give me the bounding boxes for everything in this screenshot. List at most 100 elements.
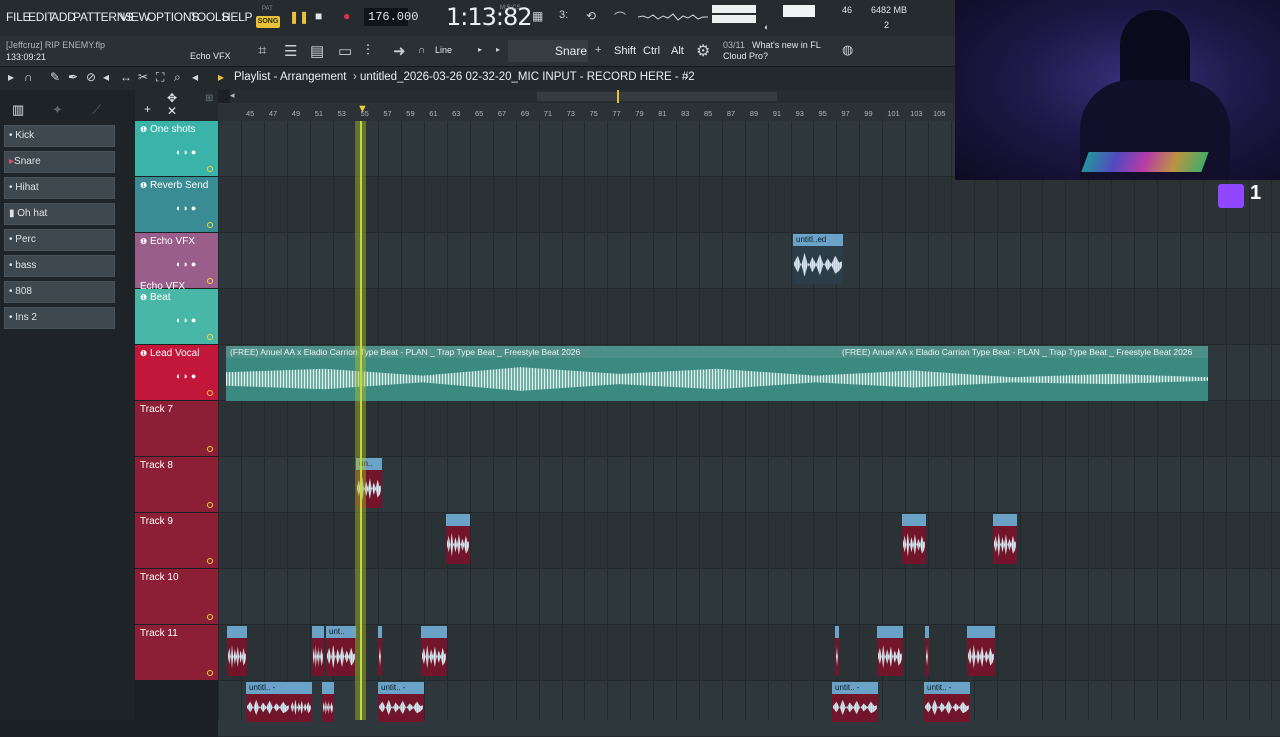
news-icon[interactable]: ⚙ xyxy=(696,41,710,61)
piano-roll-icon[interactable]: ▤ xyxy=(310,42,324,60)
track-header[interactable]: ❶ Beat ◖ ◗ ● xyxy=(135,289,218,345)
stop-icon[interactable]: ■ xyxy=(315,9,322,23)
menu-view[interactable]: VIEW xyxy=(120,10,150,24)
track-select-indicator[interactable] xyxy=(207,334,213,340)
magnet-icon[interactable]: ∩ xyxy=(24,70,33,84)
track-select-indicator[interactable] xyxy=(207,502,213,508)
slip-tool-icon[interactable]: ↔ xyxy=(120,70,132,84)
mixer-icon[interactable]: ⫶ xyxy=(366,42,370,59)
overview-scrollbar[interactable]: ◂ xyxy=(230,90,955,103)
browser-item-bass[interactable]: • bass xyxy=(4,255,115,277)
audio-clip[interactable] xyxy=(227,626,247,676)
record-icon[interactable]: ● xyxy=(343,9,350,23)
browser-item-perc[interactable]: • Perc xyxy=(4,229,115,251)
audio-clip[interactable] xyxy=(446,514,470,564)
track-select-indicator[interactable] xyxy=(207,166,213,172)
add-track-icon[interactable]: + xyxy=(144,102,151,116)
browser-item-hihat[interactable]: • Hihat xyxy=(4,177,115,199)
track-header[interactable]: Track 8 xyxy=(135,457,218,513)
track-mute-controls-icon[interactable]: ◖ ◗ ● xyxy=(175,371,196,381)
audio-clip[interactable] xyxy=(421,626,447,676)
delete-tool-icon[interactable]: ⊘ xyxy=(86,70,96,84)
arrow-right-icon[interactable]: ➜ xyxy=(393,42,406,60)
channel-prev-icon[interactable]: ▸ xyxy=(496,45,500,54)
track-lane[interactable] xyxy=(218,401,1280,457)
menu-help[interactable]: HELP xyxy=(222,10,252,24)
grid-icon[interactable]: ⊞ xyxy=(205,93,213,104)
audio-clip[interactable]: untit.. - xyxy=(378,682,424,722)
playlist-arrow-icon[interactable]: ▸ xyxy=(218,70,224,84)
playhead-marker-icon[interactable]: ▼ xyxy=(357,103,368,115)
audio-clip[interactable] xyxy=(378,626,382,676)
move-icon[interactable]: ✥ xyxy=(167,91,177,105)
channel-selector[interactable]: Snare xyxy=(508,40,588,62)
shift-key[interactable]: Shift xyxy=(614,45,636,57)
track-header[interactable]: Track 7 xyxy=(135,401,218,457)
audio-clip[interactable]: untitl.. - xyxy=(246,682,290,722)
close-icon[interactable]: ✕ xyxy=(167,104,177,118)
paint-tool-icon[interactable]: ✒ xyxy=(68,70,78,84)
playlist-icon[interactable]: ☰ xyxy=(284,42,297,60)
snap-tool-icon[interactable]: ⌗ xyxy=(258,42,266,59)
track-lane[interactable] xyxy=(218,569,1280,625)
select-tool-icon[interactable]: ⛶ xyxy=(156,70,164,85)
snap-mode[interactable]: Line xyxy=(435,45,452,55)
draw-tool-icon[interactable]: ✎ xyxy=(50,70,60,84)
audio-clip[interactable] xyxy=(322,682,334,722)
pattern-menu-icon[interactable]: › xyxy=(685,71,689,83)
piano-icon[interactable]: ▥ xyxy=(12,102,24,118)
browser-item-snare[interactable]: ▸Snare xyxy=(4,151,115,173)
audio-clip[interactable] xyxy=(993,514,1017,564)
plugin-icon[interactable]: ✦ xyxy=(52,102,63,118)
track-header[interactable]: ❶ One shots ◖ ◗ ● xyxy=(135,121,218,177)
pat-label[interactable]: PAT xyxy=(262,6,273,12)
metronome-icon[interactable]: ▦ xyxy=(532,9,543,23)
scope-icon[interactable]: ⌒ xyxy=(614,9,626,26)
track-mute-controls-icon[interactable]: ◖ ◗ ● xyxy=(175,259,196,269)
globe-icon[interactable]: ◍ xyxy=(842,42,853,58)
menu-add[interactable]: ADD xyxy=(51,10,76,24)
playback-tool-icon[interactable]: ◂ xyxy=(192,70,198,84)
audio-clip[interactable] xyxy=(925,626,929,676)
track-mute-controls-icon[interactable]: ◖ ◗ ● xyxy=(175,147,196,157)
track-mute-controls-icon[interactable]: ◖ ◗ ● xyxy=(175,315,196,325)
tempo-display[interactable]: 176.000 xyxy=(364,8,418,26)
slice-tool-icon[interactable]: ✂ xyxy=(138,70,148,84)
mute-tool-icon[interactable]: ◂ xyxy=(103,70,109,84)
track-header[interactable]: Track 11 xyxy=(135,625,218,681)
audio-clip[interactable] xyxy=(902,514,926,564)
scroll-thumb[interactable] xyxy=(537,92,777,101)
add-icon[interactable]: + xyxy=(595,44,601,56)
track-select-indicator[interactable] xyxy=(207,614,213,620)
track-mute-controls-icon[interactable]: ◖ ◗ ● xyxy=(175,203,196,213)
track-lane[interactable] xyxy=(218,513,1280,569)
playlist-grid[interactable]: untitl..ed (FREE) Anuel AA x Eladio Carri… xyxy=(218,121,1280,737)
song-mode-button[interactable]: SONG xyxy=(256,16,280,28)
link-icon[interactable]: ⟋ xyxy=(92,102,101,118)
snap-dropdown-icon[interactable]: ▸ xyxy=(478,45,482,54)
track-header[interactable]: Track 9 xyxy=(135,513,218,569)
track-select-indicator[interactable] xyxy=(207,558,213,564)
audio-clip[interactable]: untitl..ed xyxy=(793,234,843,284)
browser-item-808[interactable]: • 808 xyxy=(4,281,115,303)
news-line1[interactable]: What's new in FL xyxy=(752,40,821,50)
track-select-indicator[interactable] xyxy=(207,222,213,228)
track-select-indicator[interactable] xyxy=(207,278,213,284)
audio-clip[interactable] xyxy=(835,626,839,676)
browser-item-ins2[interactable]: • Ins 2 xyxy=(4,307,115,329)
track-select-indicator[interactable] xyxy=(207,670,213,676)
track-header[interactable]: ❶ Reverb Send ◖ ◗ ● xyxy=(135,177,218,233)
step-icon[interactable]: 3: xyxy=(559,9,568,21)
pause-icon[interactable]: ❚❚ xyxy=(289,10,309,24)
browser-item-oh-hat[interactable]: ▮ Oh hat xyxy=(4,203,115,225)
play-arrow-icon[interactable]: ▸ xyxy=(8,70,14,84)
audio-clip[interactable] xyxy=(312,626,324,676)
audio-clip[interactable]: unt.. xyxy=(326,626,356,676)
track-lane[interactable] xyxy=(218,233,1280,289)
volume-icon[interactable]: ◐ xyxy=(764,22,769,32)
track-header[interactable]: ❶ Echo VFX ◖ ◗ ● Echo VFX xyxy=(135,233,218,292)
track-header[interactable]: ❶ Lead Vocal ◖ ◗ ● xyxy=(135,345,218,401)
alt-key[interactable]: Alt xyxy=(671,45,684,57)
audio-clip[interactable] xyxy=(877,626,903,676)
audio-clip[interactable] xyxy=(967,626,995,676)
